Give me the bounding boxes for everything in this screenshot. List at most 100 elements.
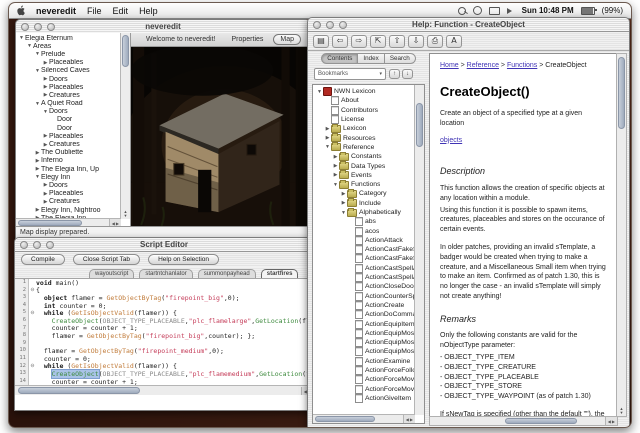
tree-item[interactable]: ActionCloseDoor xyxy=(314,282,415,291)
tree-item[interactable]: ▶Doors xyxy=(16,181,121,189)
code-line[interactable]: 1void main() xyxy=(15,279,313,287)
scroll-arrows[interactable]: ▲▼ xyxy=(121,210,130,218)
script-editor-titlebar[interactable]: Script Editor xyxy=(15,238,313,252)
disclosure-closed-icon[interactable]: ▶ xyxy=(42,199,49,205)
tab-welcome-to-neveredit[interactable]: Welcome to neveredit! xyxy=(140,35,222,44)
forward-icon[interactable]: ⇨ xyxy=(351,35,367,48)
breadcrumb-link[interactable]: Home xyxy=(440,62,459,69)
script-tab-startfires[interactable]: startfires xyxy=(261,269,299,278)
disclosure-closed-icon[interactable]: ▶ xyxy=(42,76,49,82)
tree-item[interactable]: ▶Category xyxy=(314,189,415,198)
scrollbar-thumb[interactable] xyxy=(122,35,129,67)
tree-item[interactable]: ActionForceMove xyxy=(314,375,415,384)
ichat-icon[interactable] xyxy=(473,6,482,15)
fold-marker[interactable]: ⊖ xyxy=(29,363,36,369)
disclosure-closed-icon[interactable]: ▶ xyxy=(324,126,331,132)
disclosure-open-icon[interactable]: ▼ xyxy=(316,89,323,95)
tree-item[interactable]: ▶Placeables xyxy=(16,132,121,140)
button-help-on-selection[interactable]: Help on Selection xyxy=(148,254,219,265)
tree-item[interactable]: ActionGiveItem xyxy=(314,394,415,403)
tree-item[interactable]: ▼Prelude xyxy=(16,50,121,58)
tab-contents[interactable]: Contents xyxy=(321,53,358,64)
tree-item[interactable]: ActionCastFakeS xyxy=(314,245,415,254)
volume-icon[interactable] xyxy=(507,8,515,14)
tree-item[interactable]: License xyxy=(314,115,415,124)
help-titlebar[interactable]: Help: Function - CreateObject xyxy=(308,18,629,32)
tree-item[interactable]: About xyxy=(314,96,415,105)
disclosure-closed-icon[interactable]: ▶ xyxy=(42,182,49,188)
tree-item[interactable]: ▶Doors xyxy=(16,75,121,83)
disclosure-closed-icon[interactable]: ▶ xyxy=(42,92,49,98)
tree-item[interactable]: ▶Events xyxy=(314,171,415,180)
disclosure-closed-icon[interactable]: ▶ xyxy=(42,191,49,197)
tree-item[interactable]: ▼Alphabetically xyxy=(314,208,415,217)
disclosure-closed-icon[interactable]: ▶ xyxy=(340,191,347,197)
back-icon[interactable]: ⇦ xyxy=(332,35,348,48)
objects-link[interactable]: objects xyxy=(440,136,462,146)
tree-item[interactable]: ▶Resources xyxy=(314,133,415,142)
disclosure-closed-icon[interactable]: ▶ xyxy=(42,60,49,66)
disclosure-closed-icon[interactable]: ▶ xyxy=(332,163,339,169)
tree-item[interactable]: ▼A Quiet Road xyxy=(16,100,121,108)
neveredit-titlebar[interactable]: neveredit xyxy=(16,20,310,34)
tree-item[interactable]: ▶Creatures xyxy=(16,198,121,206)
tree-item[interactable]: ▶The Oubliette xyxy=(16,149,121,157)
tree-item[interactable]: ▶Elegy Inn, Nightroo xyxy=(16,206,121,214)
tab-index[interactable]: Index xyxy=(358,53,384,64)
tree-item[interactable]: ActionAttack xyxy=(314,236,415,245)
tab-map[interactable]: Map xyxy=(273,34,301,45)
disclosure-closed-icon[interactable]: ▶ xyxy=(42,133,49,139)
disclosure-closed-icon[interactable]: ▶ xyxy=(332,154,339,160)
scrollbar-thumb[interactable] xyxy=(18,387,140,394)
menu-file[interactable]: File xyxy=(87,6,102,16)
scrollbar-thumb[interactable] xyxy=(416,103,423,147)
tree-item[interactable]: ActionForceMove xyxy=(314,385,415,394)
keychain-icon[interactable] xyxy=(458,7,466,15)
tree-item[interactable]: ▼Doors xyxy=(16,108,121,116)
tree-item[interactable]: Door xyxy=(16,124,121,132)
tree-item[interactable]: Contributors xyxy=(314,106,415,115)
tree-item[interactable]: ▶Lexicon xyxy=(314,124,415,133)
disclosure-open-icon[interactable]: ▼ xyxy=(34,51,41,57)
menu-neveredit[interactable]: neveredit xyxy=(36,6,76,16)
fold-marker[interactable]: ⊖ xyxy=(29,310,36,316)
bookmarks-dropdown[interactable]: Bookmarks ▾ xyxy=(314,68,386,80)
tree-item[interactable]: ▼Elegy Inn xyxy=(16,173,121,181)
tree-item[interactable]: ▼Areas xyxy=(16,42,121,50)
disclosure-closed-icon[interactable]: ▶ xyxy=(324,135,331,141)
disclosure-closed-icon[interactable]: ▶ xyxy=(42,142,49,148)
tree-item[interactable]: ActionCastFakeS xyxy=(314,254,415,263)
menu-edit[interactable]: Edit xyxy=(113,6,129,16)
scrollbar-thumb[interactable] xyxy=(505,418,577,424)
tree-item[interactable]: ActionCastSpellA xyxy=(314,264,415,273)
tree-item[interactable]: ▶Placeables xyxy=(16,83,121,91)
disclosure-open-icon[interactable]: ▼ xyxy=(340,210,347,216)
scroll-arrows[interactable]: ▲▼ xyxy=(617,407,626,415)
tree-item[interactable]: ▼Reference xyxy=(314,143,415,152)
disclosure-open-icon[interactable]: ▼ xyxy=(34,68,41,74)
tree-item[interactable]: ActionEquipItem xyxy=(314,319,415,328)
tree-item[interactable]: ActionCounterSp xyxy=(314,292,415,301)
button-close-script-tab[interactable]: Close Script Tab xyxy=(73,254,140,265)
disclosure-open-icon[interactable]: ▼ xyxy=(18,35,25,41)
tree-item[interactable]: ActionEquipMost xyxy=(314,329,415,338)
tree-item[interactable]: Door xyxy=(16,116,121,124)
fold-marker[interactable]: ⊖ xyxy=(29,287,36,293)
disclosure-open-icon[interactable]: ▼ xyxy=(34,101,41,107)
tree-item[interactable]: ActionCreate xyxy=(314,301,415,310)
script-tab-wayoutscript[interactable]: wayoutscript xyxy=(89,269,134,278)
tree-item[interactable]: ▶Placeables xyxy=(16,190,121,198)
help-content[interactable]: Home > Reference > Functions > CreateObj… xyxy=(430,54,617,416)
bookmark-up-icon[interactable]: ↑ xyxy=(389,69,400,79)
tree-item[interactable]: ▶Creatures xyxy=(16,91,121,99)
tree-item[interactable]: ▶The Elegia Inn, Up xyxy=(16,165,121,173)
home-icon[interactable]: ⇱ xyxy=(370,35,386,48)
bookmark-down-icon[interactable]: ↓ xyxy=(402,69,413,79)
scrollbar-thumb[interactable] xyxy=(315,416,375,422)
disclosure-open-icon[interactable]: ▼ xyxy=(42,109,49,115)
tree-item[interactable]: ▶Placeables xyxy=(16,59,121,67)
tree-item[interactable]: ActionDoComma xyxy=(314,310,415,319)
tree-item[interactable]: ActionForceFollo xyxy=(314,366,415,375)
disclosure-closed-icon[interactable]: ▶ xyxy=(34,158,41,164)
tree-item[interactable]: ActionEquipMost xyxy=(314,338,415,347)
